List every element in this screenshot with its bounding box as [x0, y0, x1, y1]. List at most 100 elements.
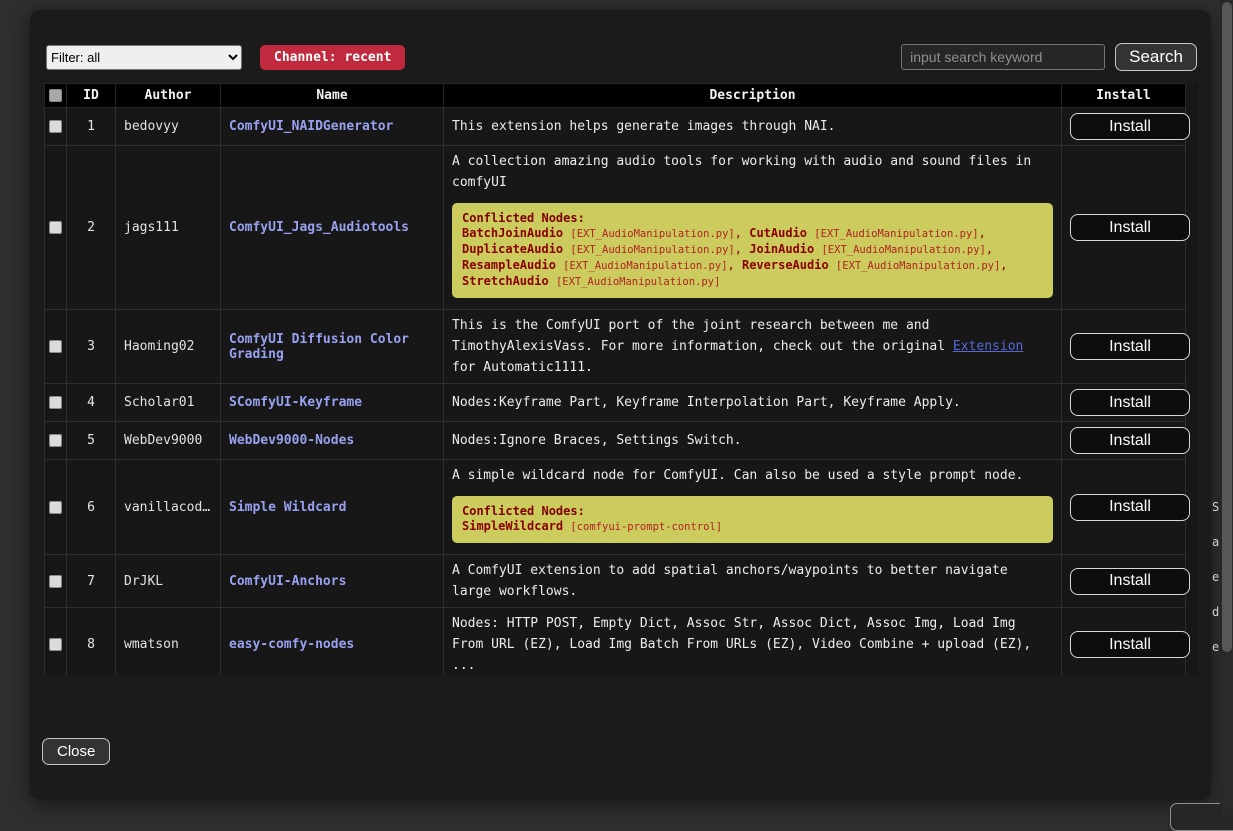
row-install-cell: Install: [1062, 555, 1186, 608]
row-name-cell: ComfyUI-Anchors: [221, 555, 444, 608]
header-author: Author: [116, 84, 221, 108]
row-name-cell: ComfyUI Diffusion Color Grading: [221, 310, 444, 384]
table-row: 5 WebDev9000 WebDev9000-Nodes Nodes:Igno…: [45, 422, 1186, 460]
row-id: 2: [67, 146, 116, 310]
row-name-cell: WebDev9000-Nodes: [221, 422, 444, 460]
row-select-cell: [45, 422, 67, 460]
conflict-title: Conflicted Nodes:: [462, 504, 1043, 519]
row-name-cell: SComfyUI-Keyframe: [221, 384, 444, 422]
row-install-cell: Install: [1062, 108, 1186, 146]
conflict-node-source: [EXT_AudioManipulation.py]: [821, 244, 985, 256]
close-button[interactable]: Close: [42, 738, 110, 765]
channel-button[interactable]: Channel: recent: [260, 45, 405, 70]
edge-fragment: S: [1212, 500, 1219, 514]
row-description: A simple wildcard node for ComfyUI. Can …: [444, 460, 1062, 555]
search-button[interactable]: Search: [1115, 43, 1197, 71]
node-name-link[interactable]: WebDev9000-Nodes: [229, 433, 354, 448]
row-checkbox[interactable]: [49, 340, 62, 353]
row-checkbox[interactable]: [49, 638, 62, 651]
conflict-node-name: CutAudio: [749, 226, 807, 240]
filter-dropdown[interactable]: Filter: all: [46, 45, 242, 70]
node-name-link[interactable]: ComfyUI-Anchors: [229, 574, 346, 589]
node-name-link[interactable]: ComfyUI Diffusion Color Grading: [229, 332, 409, 362]
row-description: A ComfyUI extension to add spatial ancho…: [444, 555, 1062, 608]
search-input[interactable]: [901, 44, 1105, 70]
node-name-link[interactable]: ComfyUI_Jags_Audiotools: [229, 220, 409, 235]
row-select-cell: [45, 146, 67, 310]
row-description: Nodes:Ignore Braces, Settings Switch.: [444, 422, 1062, 460]
header-name: Name: [221, 84, 444, 108]
conflict-box: Conflicted Nodes:SimpleWildcard [comfyui…: [452, 496, 1053, 543]
conflict-node-name: BatchJoinAudio: [462, 226, 563, 240]
row-select-cell: [45, 108, 67, 146]
conflict-node-source: [EXT_AudioManipulation.py]: [570, 244, 734, 256]
row-name-cell: easy-comfy-nodes: [221, 608, 444, 676]
row-install-cell: Install: [1062, 460, 1186, 555]
node-name-link[interactable]: SComfyUI-Keyframe: [229, 395, 362, 410]
row-checkbox[interactable]: [49, 221, 62, 234]
edge-fragment: a: [1212, 535, 1219, 549]
row-install-cell: Install: [1062, 422, 1186, 460]
install-button[interactable]: Install: [1070, 333, 1190, 360]
conflict-node-name: StretchAudio: [462, 274, 549, 288]
row-description: A collection amazing audio tools for wor…: [444, 146, 1062, 310]
row-select-cell: [45, 608, 67, 676]
row-checkbox[interactable]: [49, 120, 62, 133]
node-name-link[interactable]: easy-comfy-nodes: [229, 637, 354, 652]
conflict-node-source: [EXT_AudioManipulation.py]: [836, 260, 1000, 272]
install-button[interactable]: Install: [1070, 113, 1190, 140]
custom-nodes-table: ID Author Name Description Install 1 bed…: [44, 83, 1186, 675]
row-description: This extension helps generate images thr…: [444, 108, 1062, 146]
search-group: Search: [901, 43, 1197, 71]
page-scrollbar-thumb[interactable]: [1222, 2, 1232, 652]
row-author: Scholar01: [116, 384, 221, 422]
row-select-cell: [45, 555, 67, 608]
conflict-node-name: SimpleWildcard: [462, 519, 563, 533]
install-button[interactable]: Install: [1070, 568, 1190, 595]
install-custom-nodes-dialog: Filter: all Channel: recent Search ID Au…: [30, 10, 1211, 800]
row-name-cell: Simple Wildcard: [221, 460, 444, 555]
description-link[interactable]: Extension: [953, 339, 1023, 354]
table-row: 2 jags111 ComfyUI_Jags_Audiotools A coll…: [45, 146, 1186, 310]
row-id: 5: [67, 422, 116, 460]
row-select-cell: [45, 384, 67, 422]
table-row: 6 vanillacode… Simple Wildcard A simple …: [45, 460, 1186, 555]
row-description: Nodes:Keyframe Part, Keyframe Interpolat…: [444, 384, 1062, 422]
select-all-checkbox[interactable]: [49, 89, 62, 102]
table-row: 1 bedovyy ComfyUI_NAIDGenerator This ext…: [45, 108, 1186, 146]
row-checkbox[interactable]: [49, 396, 62, 409]
header-description: Description: [444, 84, 1062, 108]
header-install: Install: [1062, 84, 1186, 108]
page-scrollbar[interactable]: [1220, 0, 1233, 815]
nodes-table-scroll-area[interactable]: ID Author Name Description Install 1 bed…: [44, 83, 1198, 675]
row-description: Nodes: HTTP POST, Empty Dict, Assoc Str,…: [444, 608, 1062, 676]
row-checkbox[interactable]: [49, 434, 62, 447]
edge-fragment: e: [1212, 640, 1219, 654]
node-name-link[interactable]: ComfyUI_NAIDGenerator: [229, 119, 393, 134]
row-author: vanillacode…: [116, 460, 221, 555]
row-install-cell: Install: [1062, 146, 1186, 310]
row-id: 7: [67, 555, 116, 608]
install-button[interactable]: Install: [1070, 631, 1190, 658]
row-description: This is the ComfyUI port of the joint re…: [444, 310, 1062, 384]
row-author: WebDev9000: [116, 422, 221, 460]
table-row: 8 wmatson easy-comfy-nodes Nodes: HTTP P…: [45, 608, 1186, 676]
conflict-node-name: JoinAudio: [749, 242, 814, 256]
row-name-cell: ComfyUI_NAIDGenerator: [221, 108, 444, 146]
row-author: DrJKL: [116, 555, 221, 608]
row-checkbox[interactable]: [49, 501, 62, 514]
conflict-node-source: [EXT_AudioManipulation.py]: [814, 228, 978, 240]
install-button[interactable]: Install: [1070, 427, 1190, 454]
toolbar: Filter: all Channel: recent Search: [46, 42, 1197, 72]
row-install-cell: Install: [1062, 608, 1186, 676]
row-name-cell: ComfyUI_Jags_Audiotools: [221, 146, 444, 310]
install-button[interactable]: Install: [1070, 389, 1190, 416]
node-name-link[interactable]: Simple Wildcard: [229, 500, 346, 515]
row-checkbox[interactable]: [49, 575, 62, 588]
row-author: Haoming02: [116, 310, 221, 384]
edge-fragment: e: [1212, 570, 1219, 584]
install-button[interactable]: Install: [1070, 214, 1190, 241]
conflict-box: Conflicted Nodes:BatchJoinAudio [EXT_Aud…: [452, 203, 1053, 298]
install-button[interactable]: Install: [1070, 494, 1190, 521]
conflict-list: SimpleWildcard [comfyui-prompt-control]: [462, 519, 1043, 535]
